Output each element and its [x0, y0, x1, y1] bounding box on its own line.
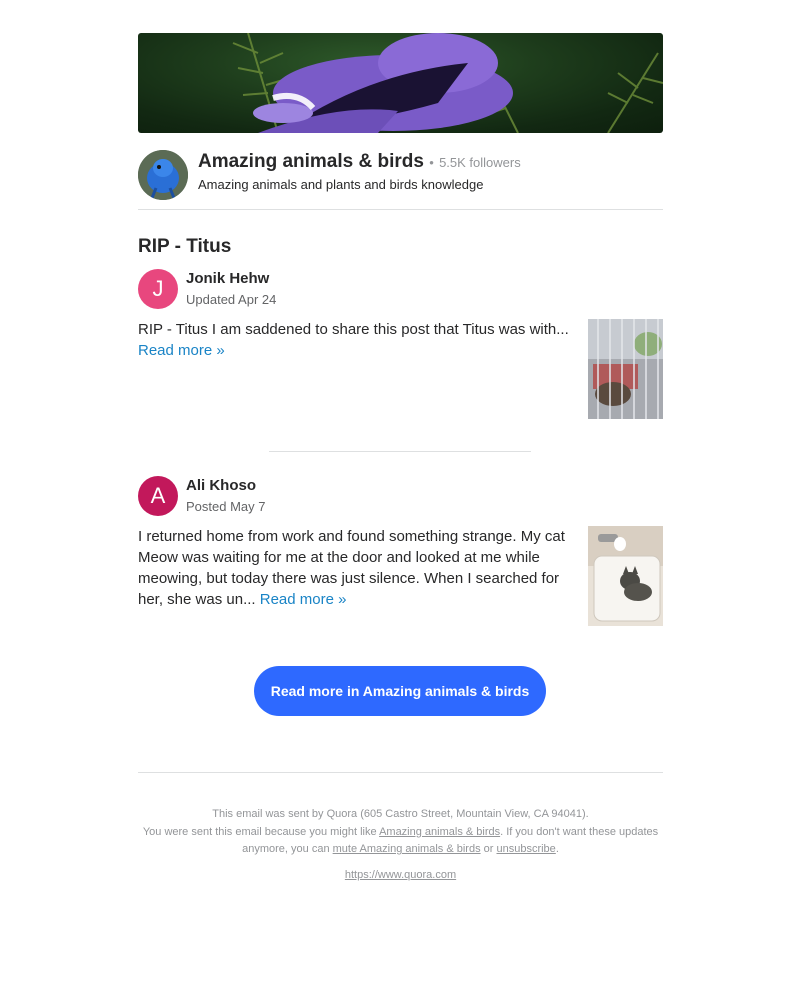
space-header: Amazing animals & birds • 5.5K followers… [138, 148, 663, 210]
post-thumbnail[interactable] [588, 319, 663, 419]
unsubscribe-link[interactable]: unsubscribe [496, 843, 555, 855]
read-more-in-space-button[interactable]: Read more in Amazing animals & birds [254, 666, 546, 716]
post-excerpt: RIP - Titus I am saddened to share this … [138, 319, 580, 361]
post-thumbnail[interactable] [588, 526, 663, 626]
post-excerpt-text: RIP - Titus I am saddened to share this … [138, 321, 569, 338]
author-name[interactable]: Jonik Hehw [186, 270, 269, 287]
footer-sender-line: This email was sent by Quora (605 Castro… [212, 808, 589, 820]
bird-cover-illustration [232, 33, 663, 133]
footer-reason-line: You were sent this email because you mig… [138, 824, 663, 859]
author-avatar[interactable]: A [138, 476, 178, 516]
author-avatar[interactable]: J [138, 269, 178, 309]
post-title[interactable]: RIP - Titus [138, 236, 231, 258]
footer-divider [138, 772, 663, 773]
space-cover-image [138, 33, 663, 133]
post-date: Updated Apr 24 [186, 292, 277, 307]
space-name[interactable]: Amazing animals & birds [198, 151, 424, 172]
post-date: Posted May 7 [186, 499, 266, 514]
space-title[interactable]: Amazing animals & birds • 5.5K followers [198, 151, 521, 173]
footer-space-link[interactable]: Amazing animals & birds [379, 826, 500, 838]
cat-in-bathtub-photo [588, 526, 663, 626]
author-name[interactable]: Ali Khoso [186, 477, 256, 494]
post-excerpt-text: I returned home from work and found some… [138, 528, 565, 608]
email-footer: This email was sent by Quora (605 Castro… [138, 806, 663, 884]
read-more-link[interactable]: Read more » [260, 591, 347, 608]
footer-period: . [555, 843, 559, 855]
space-followers: 5.5K followers [439, 155, 521, 170]
space-description: Amazing animals and plants and birds kno… [198, 177, 484, 192]
footer-reason-text: You were sent this email because you mig… [142, 825, 380, 838]
read-more-link[interactable]: Read more » [138, 342, 225, 359]
space-avatar[interactable] [138, 150, 188, 200]
mute-space-link[interactable]: mute Amazing animals & birds [333, 843, 481, 855]
footer-or-text: or [480, 843, 497, 855]
post-excerpt: I returned home from work and found some… [138, 526, 580, 610]
bluebird-avatar-icon [138, 150, 188, 200]
bird-cage-photo [588, 319, 663, 419]
space-separator: • [429, 155, 434, 170]
quora-site-link[interactable]: https://www.quora.com [138, 867, 663, 885]
post-divider [269, 451, 531, 452]
